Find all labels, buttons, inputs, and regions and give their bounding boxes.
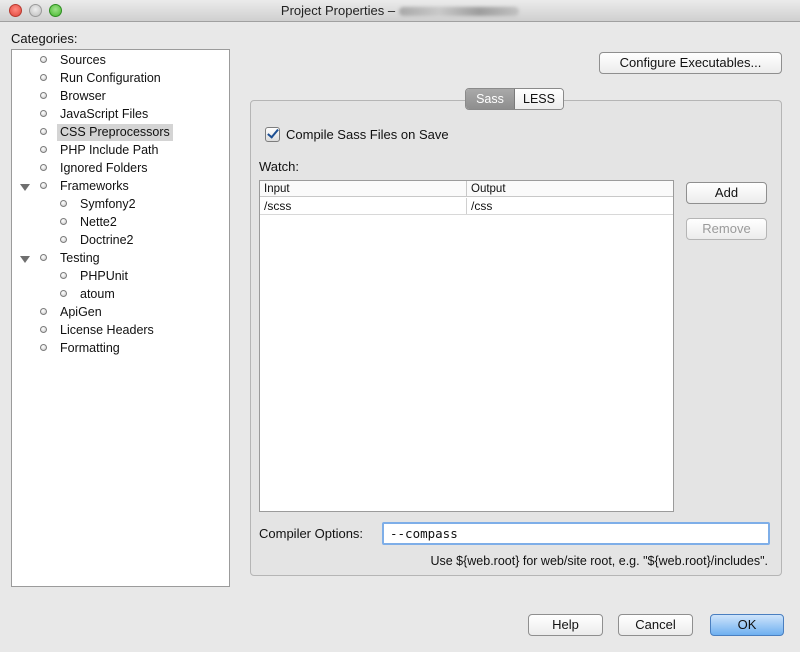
checkmark-icon [267, 126, 279, 139]
compile-on-save-checkbox[interactable] [265, 126, 280, 142]
node-bullet-icon [60, 236, 67, 243]
cancel-button[interactable]: Cancel [618, 614, 693, 636]
node-bullet-icon [60, 290, 67, 297]
help-button[interactable]: Help [528, 614, 603, 636]
node-bullet-icon [60, 272, 67, 279]
expand-triangle-icon[interactable] [20, 184, 30, 191]
watch-table[interactable]: Input Output /scss /css [259, 180, 674, 512]
window-title: Project Properties – [280, 3, 396, 18]
preprocessor-tabs: Sass LESS [465, 88, 564, 110]
expand-triangle-icon[interactable] [20, 256, 30, 263]
tab-sass[interactable]: Sass [466, 89, 515, 109]
node-bullet-icon [40, 128, 47, 135]
title-bar: Project Properties – [0, 0, 800, 22]
table-cell-output[interactable]: /css [467, 198, 673, 214]
configure-executables-button[interactable]: Configure Executables... [599, 52, 782, 74]
compiler-options-input[interactable]: --compass [382, 522, 770, 545]
web-root-hint: Use ${web.root} for web/site root, e.g. … [430, 554, 768, 568]
node-bullet-icon [40, 182, 47, 189]
table-cell-input[interactable]: /scss [260, 198, 467, 214]
table-header: Input Output [260, 181, 673, 197]
node-bullet-icon [40, 74, 47, 81]
categories-tree[interactable]: Sources Run Configuration Browser JavaSc… [11, 49, 230, 587]
redacted-project-name [399, 7, 520, 17]
node-bullet-icon [40, 308, 47, 315]
column-header-input[interactable]: Input [260, 181, 467, 197]
compile-on-save-label[interactable]: Compile Sass Files on Save [286, 127, 449, 142]
node-bullet-icon [40, 164, 47, 171]
remove-button[interactable]: Remove [686, 218, 767, 240]
node-bullet-icon [40, 326, 47, 333]
node-bullet-icon [40, 110, 47, 117]
watch-label: Watch: [259, 159, 299, 174]
table-row[interactable]: /scss /css [260, 198, 673, 215]
add-button[interactable]: Add [686, 182, 767, 204]
ok-button[interactable]: OK [710, 614, 784, 636]
node-bullet-icon [60, 218, 67, 225]
node-bullet-icon [40, 344, 47, 351]
node-bullet-icon [40, 146, 47, 153]
node-bullet-icon [40, 56, 47, 63]
compiler-options-label: Compiler Options: [259, 526, 364, 541]
categories-label: Categories: [11, 31, 78, 46]
column-header-output[interactable]: Output [467, 181, 673, 197]
tab-less[interactable]: LESS [515, 89, 563, 109]
node-bullet-icon [40, 254, 47, 261]
node-bullet-icon [40, 92, 47, 99]
node-bullet-icon [60, 200, 67, 207]
